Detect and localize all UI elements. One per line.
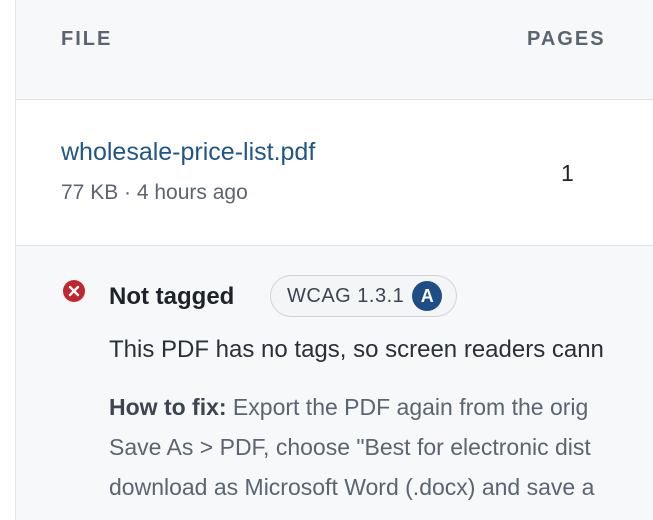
file-table: FILE PAGES wholesale-price-list.pdf 77 K… — [16, 0, 653, 520]
issue-title: Not tagged — [109, 283, 235, 310]
error-circle-icon — [63, 280, 85, 302]
file-meta: 77 KB · 4 hours ago — [61, 181, 248, 204]
issue-panel: Not tagged WCAG 1.3.1 A This PDF has no … — [16, 246, 653, 520]
wcag-badge[interactable]: WCAG 1.3.1 A — [270, 275, 458, 317]
file-name-link[interactable]: wholesale-price-list.pdf — [61, 138, 315, 167]
column-header-pages[interactable]: PAGES — [527, 28, 606, 51]
page-count: 1 — [561, 160, 574, 186]
fix-line-2: Save As > PDF, choose "Best for electron… — [109, 434, 591, 460]
fix-text: Export the PDF again from the orig — [226, 394, 589, 420]
wcag-level-badge: A — [412, 281, 443, 311]
table-row: wholesale-price-list.pdf 77 KB · 4 hours… — [16, 100, 653, 246]
column-header-file[interactable]: FILE — [61, 28, 112, 51]
left-border — [0, 0, 16, 520]
fix-label: How to fix: — [109, 394, 227, 420]
wcag-badge-text: WCAG 1.3.1 — [287, 284, 405, 307]
fix-line-1: How to fix: Export the PDF again from th… — [109, 387, 653, 427]
table-header: FILE PAGES — [16, 0, 653, 100]
fix-line-3: download as Microsoft Word (.docx) and s… — [109, 474, 595, 500]
issue-description: This PDF has no tags, so screen readers … — [109, 336, 604, 363]
how-to-fix: How to fix: Export the PDF again from th… — [109, 387, 653, 507]
